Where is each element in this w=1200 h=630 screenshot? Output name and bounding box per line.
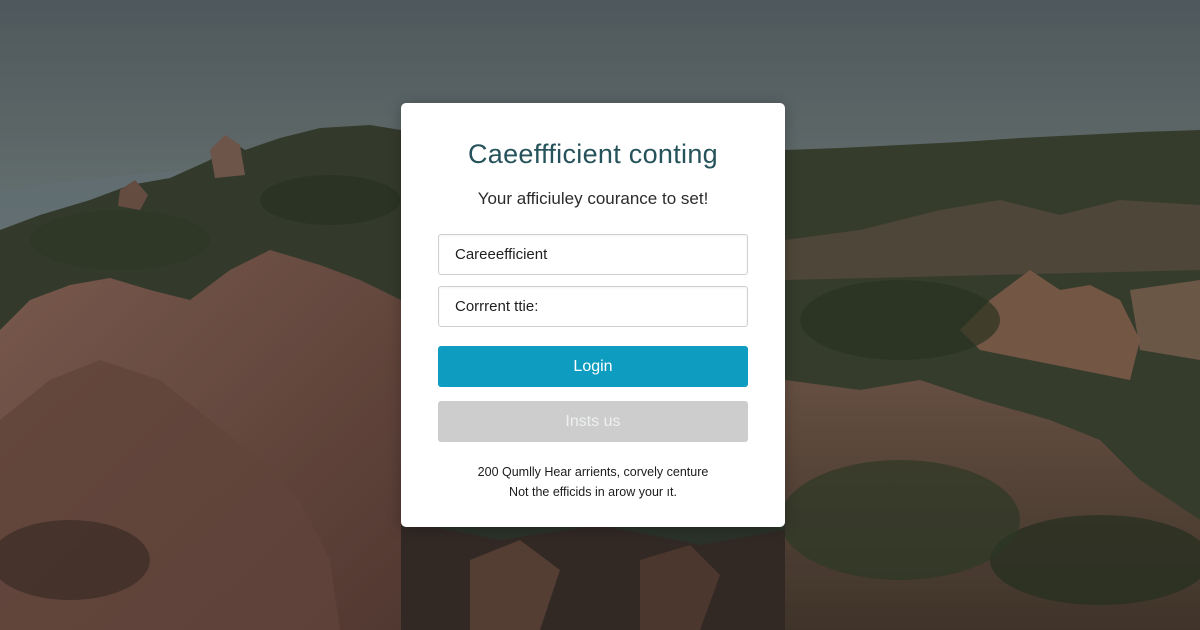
secondary-button[interactable]: Insts us [438, 401, 748, 442]
login-button[interactable]: Login [438, 346, 748, 387]
footer-text-line-2: Not the efficids in arow your ıt. [509, 485, 677, 499]
login-card: Caeeffficient conting Your afficiuley co… [401, 103, 785, 527]
password-input[interactable] [438, 286, 748, 327]
card-subtitle: Your afficiuley courance to set! [477, 189, 709, 208]
username-input[interactable] [438, 234, 748, 275]
card-title: Caeeffficient conting [468, 139, 718, 169]
footer-text-line-1: 200 Qumlly Hear arrients, corvely centur… [477, 465, 709, 479]
